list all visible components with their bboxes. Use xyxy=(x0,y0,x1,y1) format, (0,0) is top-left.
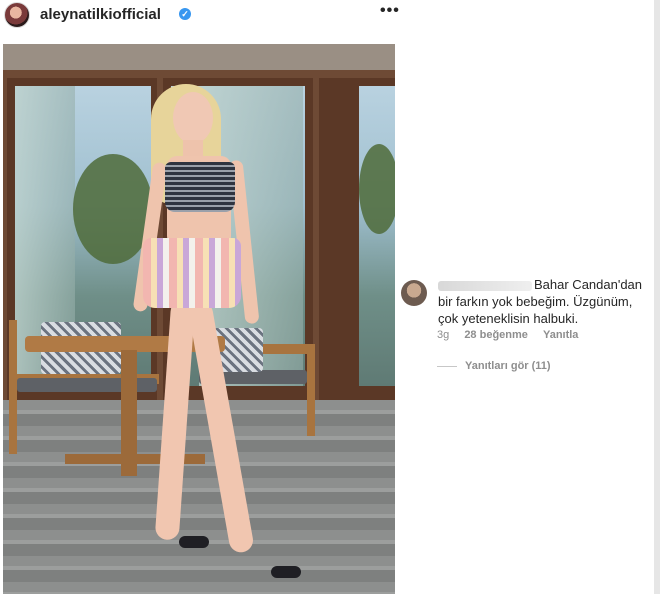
replies-divider xyxy=(437,365,457,367)
photo-person-shoe xyxy=(179,536,209,548)
photo-chair-left xyxy=(9,320,17,454)
comment-likes-link[interactable]: 28 beğenme xyxy=(464,329,528,341)
post-photo[interactable] xyxy=(3,44,395,594)
photo-person-shoe xyxy=(271,566,301,578)
comment-meta: 3g 28 beğenme Yanıtla xyxy=(437,329,590,341)
scrollbar[interactable] xyxy=(654,0,660,594)
verified-badge-icon: ✓ xyxy=(179,8,191,20)
comment-time: 3g xyxy=(437,329,450,341)
photo-chair-right-leg xyxy=(307,344,315,436)
photo-person-top xyxy=(165,162,235,212)
more-options-icon[interactable]: ••• xyxy=(380,2,400,20)
username-link[interactable]: aleynatilkiofficial xyxy=(40,6,161,23)
profile-avatar[interactable] xyxy=(4,2,30,28)
post-card: aleynatilkiofficial ✓ ••• xyxy=(0,0,400,594)
view-replies-label: Yanıtları gör (11) xyxy=(465,360,551,372)
photo-tree xyxy=(359,144,395,234)
comment-text: Bahar Candan'dan bir farkın yok bebeğim.… xyxy=(438,276,654,327)
post-header: aleynatilkiofficial ✓ ••• xyxy=(0,0,400,40)
commenter-avatar[interactable] xyxy=(401,280,427,306)
redacted-username xyxy=(438,280,532,291)
photo-person-face xyxy=(173,92,213,144)
photo-floor xyxy=(3,400,395,594)
photo-person-skirt xyxy=(143,238,241,308)
photo-wall-band xyxy=(3,44,395,70)
view-replies-button[interactable]: Yanıtları gör (11) xyxy=(437,360,551,372)
photo-glass xyxy=(359,86,395,386)
reply-button[interactable]: Yanıtla xyxy=(543,329,578,341)
comment-item: Bahar Candan'dan bir farkın yok bebeğim.… xyxy=(401,277,660,400)
